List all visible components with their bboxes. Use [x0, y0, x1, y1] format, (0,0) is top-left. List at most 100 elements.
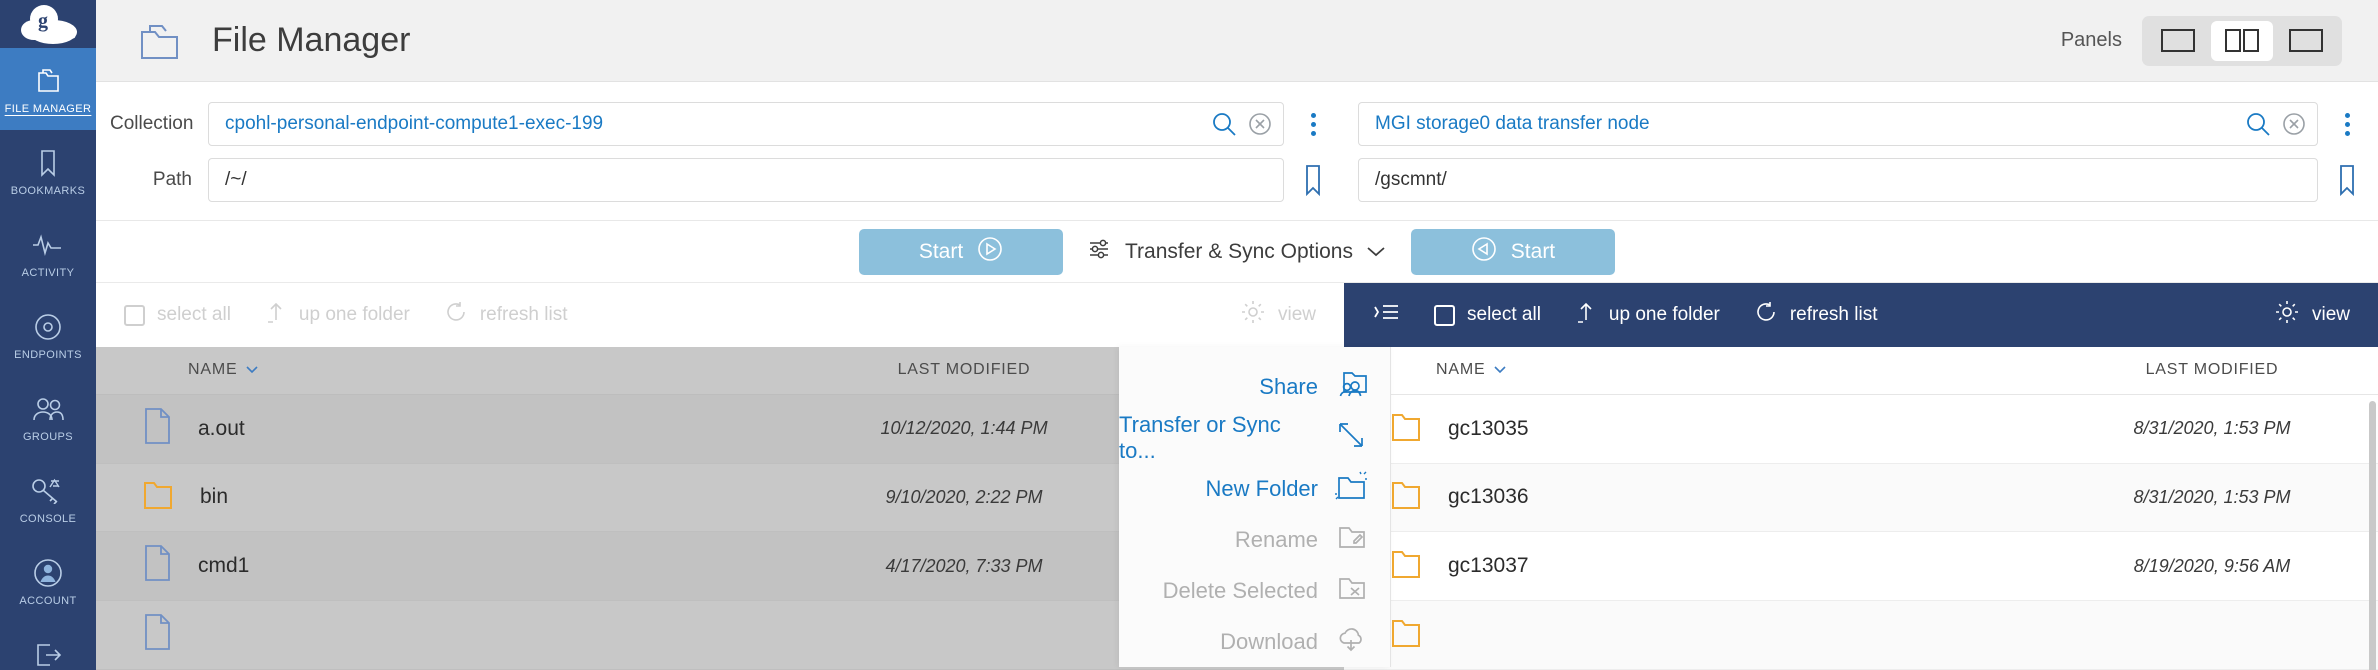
context-menu-item-share[interactable]: Share [1119, 361, 1390, 412]
left-path-column: Collection cpohl-personal-endpoint-compu… [96, 82, 1344, 220]
two-panel-button[interactable] [2211, 20, 2273, 61]
activity-pulse-icon [31, 228, 65, 262]
context-menu-item-new-folder[interactable]: New Folder [1119, 463, 1390, 514]
table-row[interactable]: gc13037 8/19/2020, 9:56 AM – [1344, 532, 2378, 602]
globus-logo[interactable]: g [0, 0, 96, 48]
right-sort-by-name[interactable]: NAME [1372, 361, 2012, 379]
groups-people-icon [31, 392, 65, 426]
left-panel-toolbar: select all up one folder refresh list vi… [96, 283, 1344, 347]
right-file-list: NAME LAST MODIFIED SIZE gc13035 [1344, 347, 2378, 670]
rename-pencil-icon [1334, 522, 1368, 558]
table-row[interactable]: gc13036 8/31/2020, 1:53 PM – [1344, 463, 2378, 533]
right-panel-menu-toggle[interactable] [1372, 300, 1400, 330]
gear-icon [1240, 299, 1266, 331]
transfer-arrows-icon [1334, 420, 1368, 456]
sidebar-item-groups[interactable]: GROUPS [0, 376, 96, 458]
transfer-sync-options-label: Transfer & Sync Options [1125, 239, 1353, 263]
clear-icon[interactable] [1247, 111, 1273, 137]
page-title: File Manager [212, 21, 411, 59]
sidebar-item-label: CONSOLE [19, 512, 77, 525]
sliders-icon [1087, 237, 1113, 267]
collection-label: Collection [110, 113, 194, 134]
file-icon [142, 407, 172, 451]
checkbox-icon [124, 304, 145, 326]
left-row-name-cell: bin [124, 477, 764, 517]
right-list-scrollbar[interactable] [2368, 347, 2378, 670]
right-view-button[interactable]: view [2274, 299, 2350, 331]
sidebar-item-console[interactable]: CONSOLE [0, 458, 96, 540]
right-select-all-button[interactable]: select all [1434, 304, 1541, 326]
left-row-modified: 4/17/2020, 7:33 PM [885, 555, 1043, 576]
file-lists: NAME LAST MODIFIED a.out 10/12/2020, 1:4… [96, 347, 2378, 670]
right-path-row: /gscmnt/ [1344, 152, 2378, 208]
left-row-modified: 10/12/2020, 1:44 PM [880, 418, 1048, 439]
sidebar-item-endpoints[interactable]: ENDPOINTS [0, 294, 96, 376]
right-refresh-list-button[interactable]: refresh list [1754, 300, 1878, 330]
left-sort-by-name[interactable]: NAME [124, 361, 764, 379]
chevron-down-icon [1365, 240, 1387, 264]
logout-arrow-icon [32, 638, 64, 670]
share-folder-icon [1334, 369, 1368, 405]
sidebar-item-activity[interactable]: ACTIVITY [0, 212, 96, 294]
right-row-name: gc13037 [1448, 554, 1529, 578]
left-up-one-folder-button[interactable]: up one folder [265, 300, 410, 330]
right-up-one-folder-button[interactable]: up one folder [1575, 300, 1720, 330]
left-bookmark-icon[interactable] [1296, 163, 1330, 197]
folder-icon [31, 64, 65, 98]
left-select-all-button[interactable]: select all [124, 304, 231, 326]
main-content: File Manager Panels Collection cpohl-per… [96, 0, 2378, 670]
sidebar-item-file-manager[interactable]: FILE MANAGER [0, 48, 96, 130]
start-right-to-left-button[interactable]: Start [1410, 228, 1615, 275]
app-header: File Manager Panels [96, 0, 2378, 82]
folder-icon [1390, 615, 1422, 655]
sidebar-item-account[interactable]: ACCOUNT [0, 540, 96, 622]
console-key-icon [31, 474, 65, 508]
start-left-to-right-button[interactable]: Start [859, 228, 1063, 275]
arrow-up-icon [1575, 300, 1597, 330]
table-row[interactable] [1344, 601, 2378, 670]
right-collection-more-menu[interactable] [2330, 102, 2364, 146]
search-icon[interactable] [2245, 111, 2271, 137]
transfer-sync-options-dropdown[interactable]: Transfer & Sync Options [1087, 237, 1387, 267]
clear-icon[interactable] [2281, 111, 2307, 137]
left-select-all-label: select all [157, 304, 231, 325]
context-menu-label: Delete Selected [1162, 577, 1318, 603]
menu-expand-icon [1372, 300, 1400, 330]
checkbox-icon [1434, 304, 1455, 326]
sidebar-item-logout[interactable]: LOGOUT [0, 622, 96, 670]
svg-text:g: g [38, 10, 48, 32]
search-icon[interactable] [1211, 111, 1237, 137]
table-row[interactable]: gc13035 8/31/2020, 1:53 PM – [1344, 394, 2378, 464]
right-path-input[interactable]: /gscmnt/ [1358, 158, 2318, 202]
context-menu-item-download: Download [1119, 616, 1390, 667]
left-row-name-cell: cmd1 [124, 544, 764, 588]
right-select-all-label: select all [1467, 304, 1541, 325]
right-row-name-cell [1372, 615, 2012, 655]
left-refresh-list-button[interactable]: refresh list [444, 300, 567, 330]
left-path-input[interactable]: /~/ [208, 158, 1284, 202]
sidebar-item-label: BOOKMARKS [10, 184, 86, 197]
sidebar-item-bookmarks[interactable]: BOOKMARKS [0, 130, 96, 212]
left-view-button[interactable]: view [1240, 299, 1316, 331]
context-menu-item-delete-selected: Delete Selected [1119, 565, 1390, 616]
account-avatar-icon [32, 556, 64, 590]
single-panel-button[interactable] [2147, 21, 2209, 61]
panel-toolbars: select all up one folder refresh list vi… [96, 283, 2378, 347]
download-cloud-icon [1334, 624, 1368, 660]
context-menu-item-transfer-or-sync[interactable]: Transfer or Sync to... [1119, 412, 1390, 463]
bookmark-icon [37, 146, 59, 180]
left-collection-input[interactable]: cpohl-personal-endpoint-compute1-exec-19… [208, 102, 1284, 146]
left-collection-more-menu[interactable] [1296, 102, 1330, 146]
wide-panel-button[interactable] [2275, 21, 2337, 61]
right-bookmark-icon[interactable] [2330, 163, 2364, 197]
right-panel-toolbar: select all up one folder refresh list vi… [1344, 283, 2378, 347]
right-row-name-cell: gc13037 [1372, 546, 2012, 586]
file-manager-app: g FILE MANAGER BOOKMARKS ACTIVITY ENDPOI… [0, 0, 2378, 670]
new-folder-icon [1334, 471, 1368, 507]
sidebar-item-label: GROUPS [22, 430, 74, 443]
right-collection-input[interactable]: MGI storage0 data transfer node [1358, 102, 2318, 146]
transfer-action-row: Start Transfer & Sync Options Start [96, 221, 2378, 283]
play-right-icon [977, 236, 1003, 268]
left-path-value: /~/ [225, 169, 247, 190]
right-refresh-list-label: refresh list [1789, 304, 1878, 325]
